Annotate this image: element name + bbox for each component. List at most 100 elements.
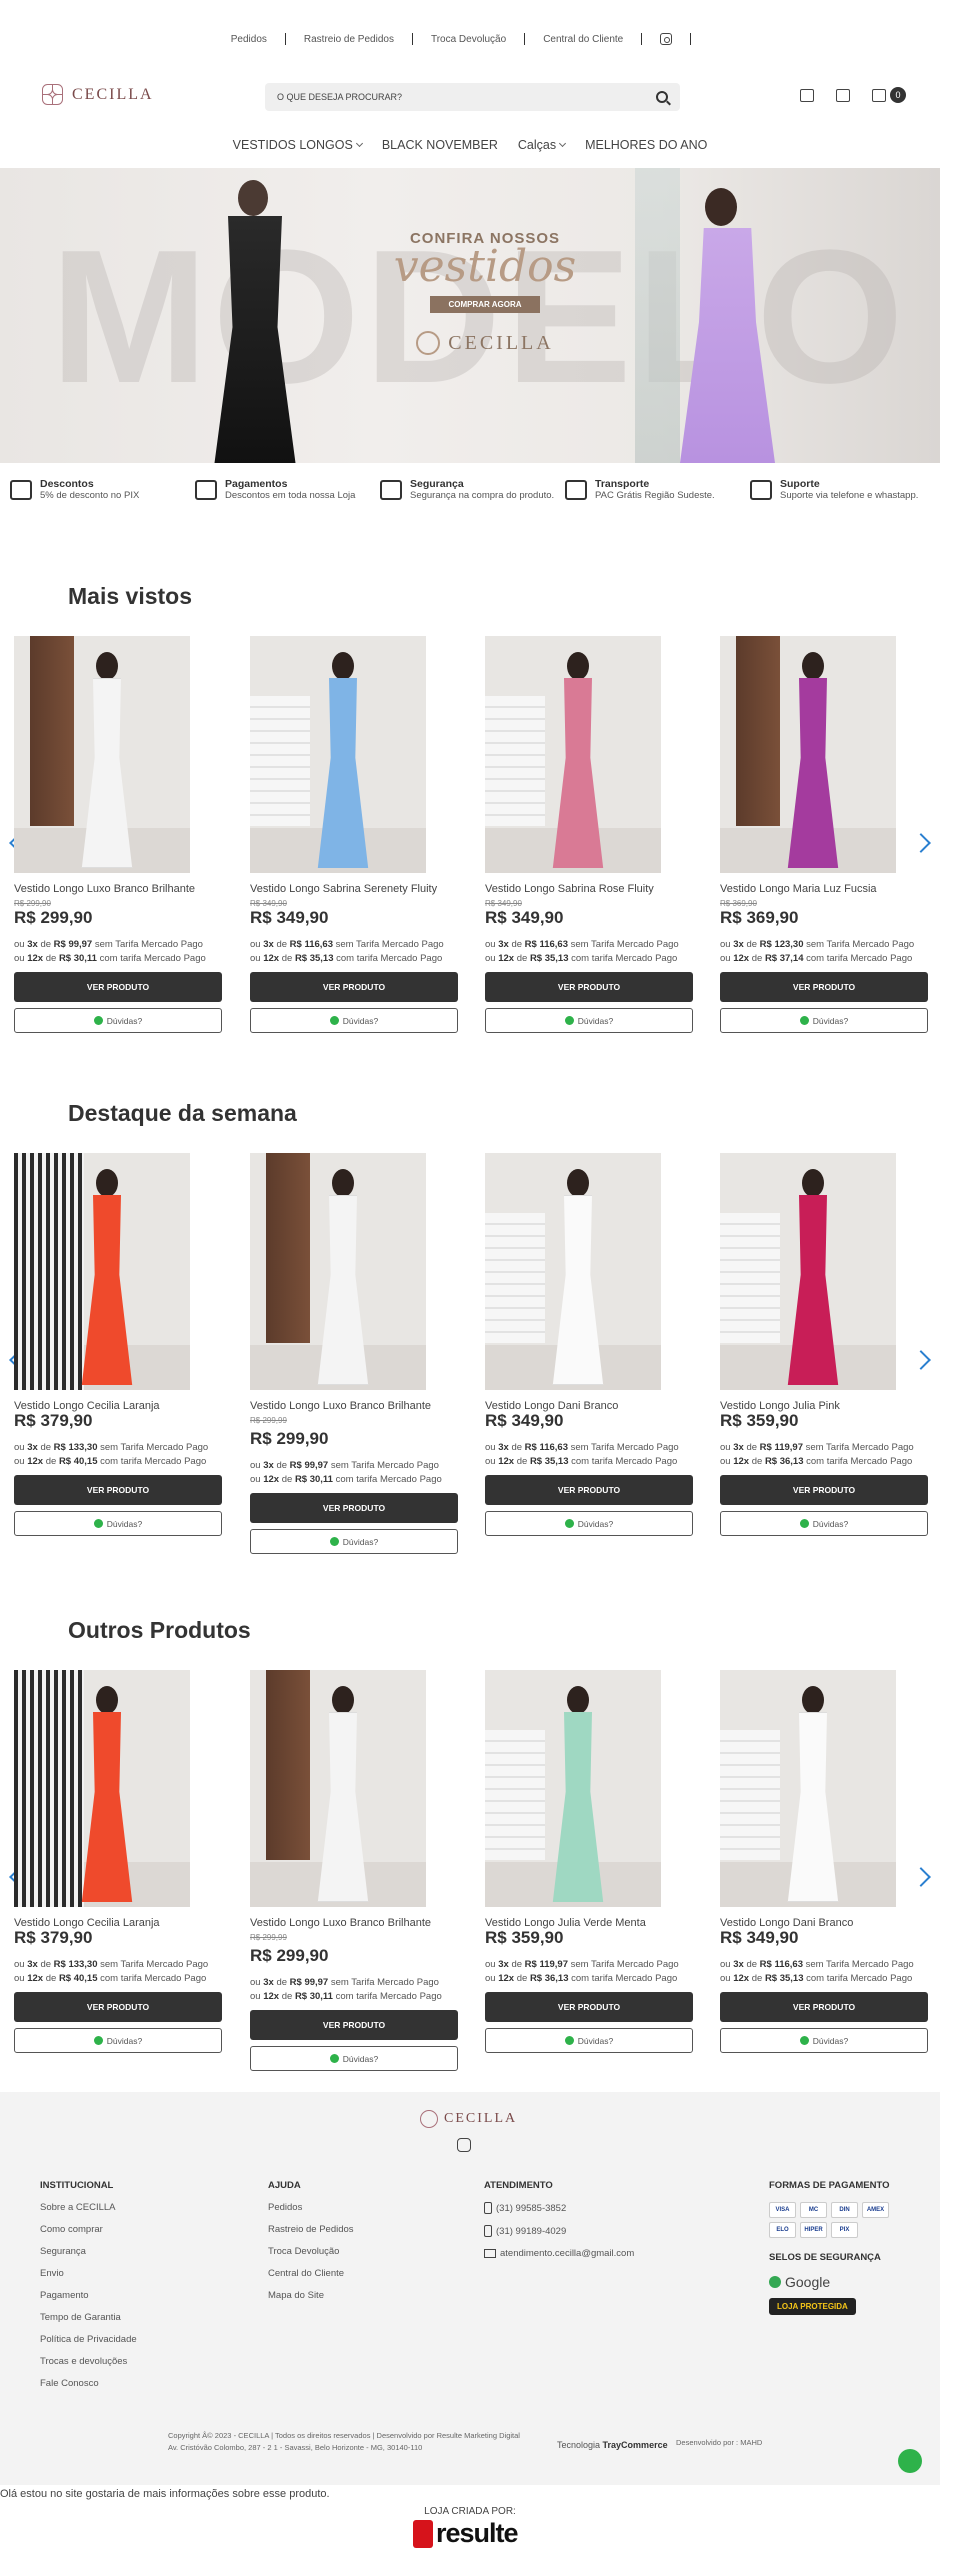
doubts-button[interactable]: Dúvidas? bbox=[14, 1511, 222, 1536]
whatsapp-icon[interactable] bbox=[898, 2449, 922, 2473]
footer-logo[interactable]: CECILLA bbox=[420, 2110, 517, 2128]
view-product-button[interactable]: VER PRODUTO bbox=[485, 1992, 693, 2022]
view-product-button[interactable]: VER PRODUTO bbox=[14, 972, 222, 1002]
view-product-button[interactable]: VER PRODUTO bbox=[485, 972, 693, 1002]
footer-link[interactable]: Mapa do Site bbox=[268, 2290, 354, 2301]
footer-link[interactable]: Sobre a CECILLA bbox=[40, 2202, 137, 2213]
product-image[interactable] bbox=[14, 636, 190, 873]
product-image[interactable] bbox=[485, 636, 661, 873]
doubts-button[interactable]: Dúvidas? bbox=[720, 1511, 928, 1536]
footer-link[interactable]: Pagamento bbox=[40, 2290, 137, 2301]
product-image[interactable] bbox=[720, 1670, 896, 1907]
footer-link[interactable]: Rastreio de Pedidos bbox=[268, 2224, 354, 2235]
resulte-logo[interactable]: resulte bbox=[413, 2518, 519, 2549]
email-link[interactable]: atendimento.cecilla@gmail.com bbox=[484, 2248, 634, 2259]
footer-link[interactable]: Trocas e devoluções bbox=[40, 2356, 137, 2367]
cart-button[interactable]: 0 bbox=[872, 87, 906, 103]
footer-link[interactable]: Política de Privacidade bbox=[40, 2334, 137, 2345]
tray-credit[interactable]: Tecnologia TrayCommerce bbox=[557, 2440, 668, 2450]
footer-link[interactable]: Envio bbox=[40, 2268, 137, 2279]
view-product-button[interactable]: VER PRODUTO bbox=[250, 972, 458, 1002]
hero-banner[interactable]: MODELO CONFIRA NOSSOS vestidos COMPRAR A… bbox=[0, 168, 940, 463]
product-name[interactable]: Vestido Longo Luxo Branco Brilhante bbox=[14, 883, 195, 895]
footer-link[interactable]: Tempo de Garantia bbox=[40, 2312, 137, 2323]
google-seal[interactable]: Google bbox=[769, 2274, 899, 2290]
inst-com: com tarifa Mercado Pago bbox=[806, 1973, 913, 1985]
nav-melhores-do-ano[interactable]: MELHORES DO ANO bbox=[585, 138, 707, 152]
banner-buy-button[interactable]: COMPRAR AGORA bbox=[430, 296, 540, 313]
instagram-icon[interactable] bbox=[660, 33, 673, 45]
product-name[interactable]: Vestido Longo Luxo Branco Brilhante bbox=[250, 1917, 431, 1929]
toplink-troca[interactable]: Troca Devolução bbox=[431, 34, 506, 45]
doubts-button[interactable]: Dúvidas? bbox=[250, 1008, 458, 1033]
inst-v: R$ 37,14 bbox=[764, 953, 804, 965]
login-icon[interactable] bbox=[836, 88, 850, 102]
product-image[interactable] bbox=[250, 636, 426, 873]
phone-1[interactable]: (31) 99585-3852 bbox=[484, 2202, 634, 2214]
view-product-button[interactable]: VER PRODUTO bbox=[485, 1475, 693, 1505]
doubts-button[interactable]: Dúvidas? bbox=[720, 2028, 928, 2053]
view-product-button[interactable]: VER PRODUTO bbox=[720, 1475, 928, 1505]
footer-link[interactable]: Como comprar bbox=[40, 2224, 137, 2235]
search-bar[interactable]: O QUE DESEJA PROCURAR? bbox=[265, 83, 680, 111]
view-product-button[interactable]: VER PRODUTO bbox=[250, 1493, 458, 1523]
installments: ou 3x de R$ 119,97 sem Tarifa Mercado Pa… bbox=[720, 1441, 914, 1470]
backdrop bbox=[720, 1730, 780, 1860]
inst-ou: ou bbox=[250, 953, 261, 965]
whatsapp-note: Olá estou no site gostaria de mais infor… bbox=[0, 2488, 330, 2500]
doubts-button[interactable]: Dúvidas? bbox=[14, 1008, 222, 1033]
footer-link[interactable]: Segurança bbox=[40, 2246, 137, 2257]
nav-black-november[interactable]: BLACK NOVEMBER bbox=[382, 138, 498, 152]
footer-link[interactable]: Pedidos bbox=[268, 2202, 354, 2213]
dress bbox=[81, 1195, 133, 1385]
site-logo[interactable]: CECILLA bbox=[42, 84, 154, 106]
footer-link[interactable]: Fale Conosco bbox=[40, 2378, 137, 2389]
product-image[interactable] bbox=[250, 1153, 426, 1390]
view-product-button[interactable]: VER PRODUTO bbox=[250, 2010, 458, 2040]
footer-link[interactable]: Central do Cliente bbox=[268, 2268, 354, 2279]
nav-calcas[interactable]: Calças bbox=[518, 138, 567, 152]
doubts-button[interactable]: Dúvidas? bbox=[485, 1008, 693, 1033]
doubts-button[interactable]: Dúvidas? bbox=[250, 2046, 458, 2071]
view-product-button[interactable]: VER PRODUTO bbox=[720, 972, 928, 1002]
check-icon bbox=[769, 2276, 781, 2288]
view-product-button[interactable]: VER PRODUTO bbox=[720, 1992, 928, 2022]
product-image[interactable] bbox=[485, 1153, 661, 1390]
toplink-central[interactable]: Central do Cliente bbox=[543, 34, 623, 45]
inst-ou: ou bbox=[485, 1973, 496, 1985]
footer-link[interactable]: Troca Devolução bbox=[268, 2246, 354, 2257]
search-icon[interactable] bbox=[656, 91, 668, 103]
doubts-button[interactable]: Dúvidas? bbox=[485, 1511, 693, 1536]
dress bbox=[552, 1712, 604, 1902]
doubts-button[interactable]: Dúvidas? bbox=[250, 1529, 458, 1554]
product-image[interactable] bbox=[720, 636, 896, 873]
view-product-button[interactable]: VER PRODUTO bbox=[14, 1992, 222, 2022]
product-name[interactable]: Vestido Longo Sabrina Serenety Fluity bbox=[250, 883, 437, 895]
phone-2[interactable]: (31) 99189-4029 bbox=[484, 2225, 634, 2237]
whatsapp-icon bbox=[799, 1016, 809, 1025]
product-image[interactable] bbox=[14, 1670, 190, 1907]
product-name[interactable]: Vestido Longo Sabrina Rose Fluity bbox=[485, 883, 654, 895]
view-product-button[interactable]: VER PRODUTO bbox=[14, 1475, 222, 1505]
toplink-pedidos[interactable]: Pedidos bbox=[231, 34, 267, 45]
instagram-icon[interactable] bbox=[457, 2138, 471, 2152]
product-image[interactable] bbox=[720, 1153, 896, 1390]
product-name[interactable]: Vestido Longo Maria Luz Fucsia bbox=[720, 883, 877, 895]
whatsapp-icon bbox=[329, 1537, 339, 1546]
product-image[interactable] bbox=[14, 1153, 190, 1390]
product-image[interactable] bbox=[485, 1670, 661, 1907]
doubts-button[interactable]: Dúvidas? bbox=[14, 2028, 222, 2053]
loja-protegida-seal[interactable]: LOJA PROTEGIDA bbox=[769, 2298, 856, 2315]
chat-icon[interactable] bbox=[800, 88, 814, 102]
search-input[interactable]: O QUE DESEJA PROCURAR? bbox=[277, 92, 656, 102]
installments: ou 3x de R$ 99,97 sem Tarifa Mercado Pag… bbox=[250, 1976, 442, 2005]
inst-de: de bbox=[40, 1442, 52, 1453]
doubts-button[interactable]: Dúvidas? bbox=[485, 2028, 693, 2053]
doubts-label: Dúvidas? bbox=[342, 1015, 379, 1026]
product-image[interactable] bbox=[250, 1670, 426, 1907]
toplink-rastreio[interactable]: Rastreio de Pedidos bbox=[304, 34, 394, 45]
dress bbox=[787, 678, 839, 868]
doubts-button[interactable]: Dúvidas? bbox=[720, 1008, 928, 1033]
nav-vestidos-longos[interactable]: VESTIDOS LONGOS bbox=[233, 138, 363, 152]
product-name[interactable]: Vestido Longo Luxo Branco Brilhante bbox=[250, 1400, 431, 1412]
